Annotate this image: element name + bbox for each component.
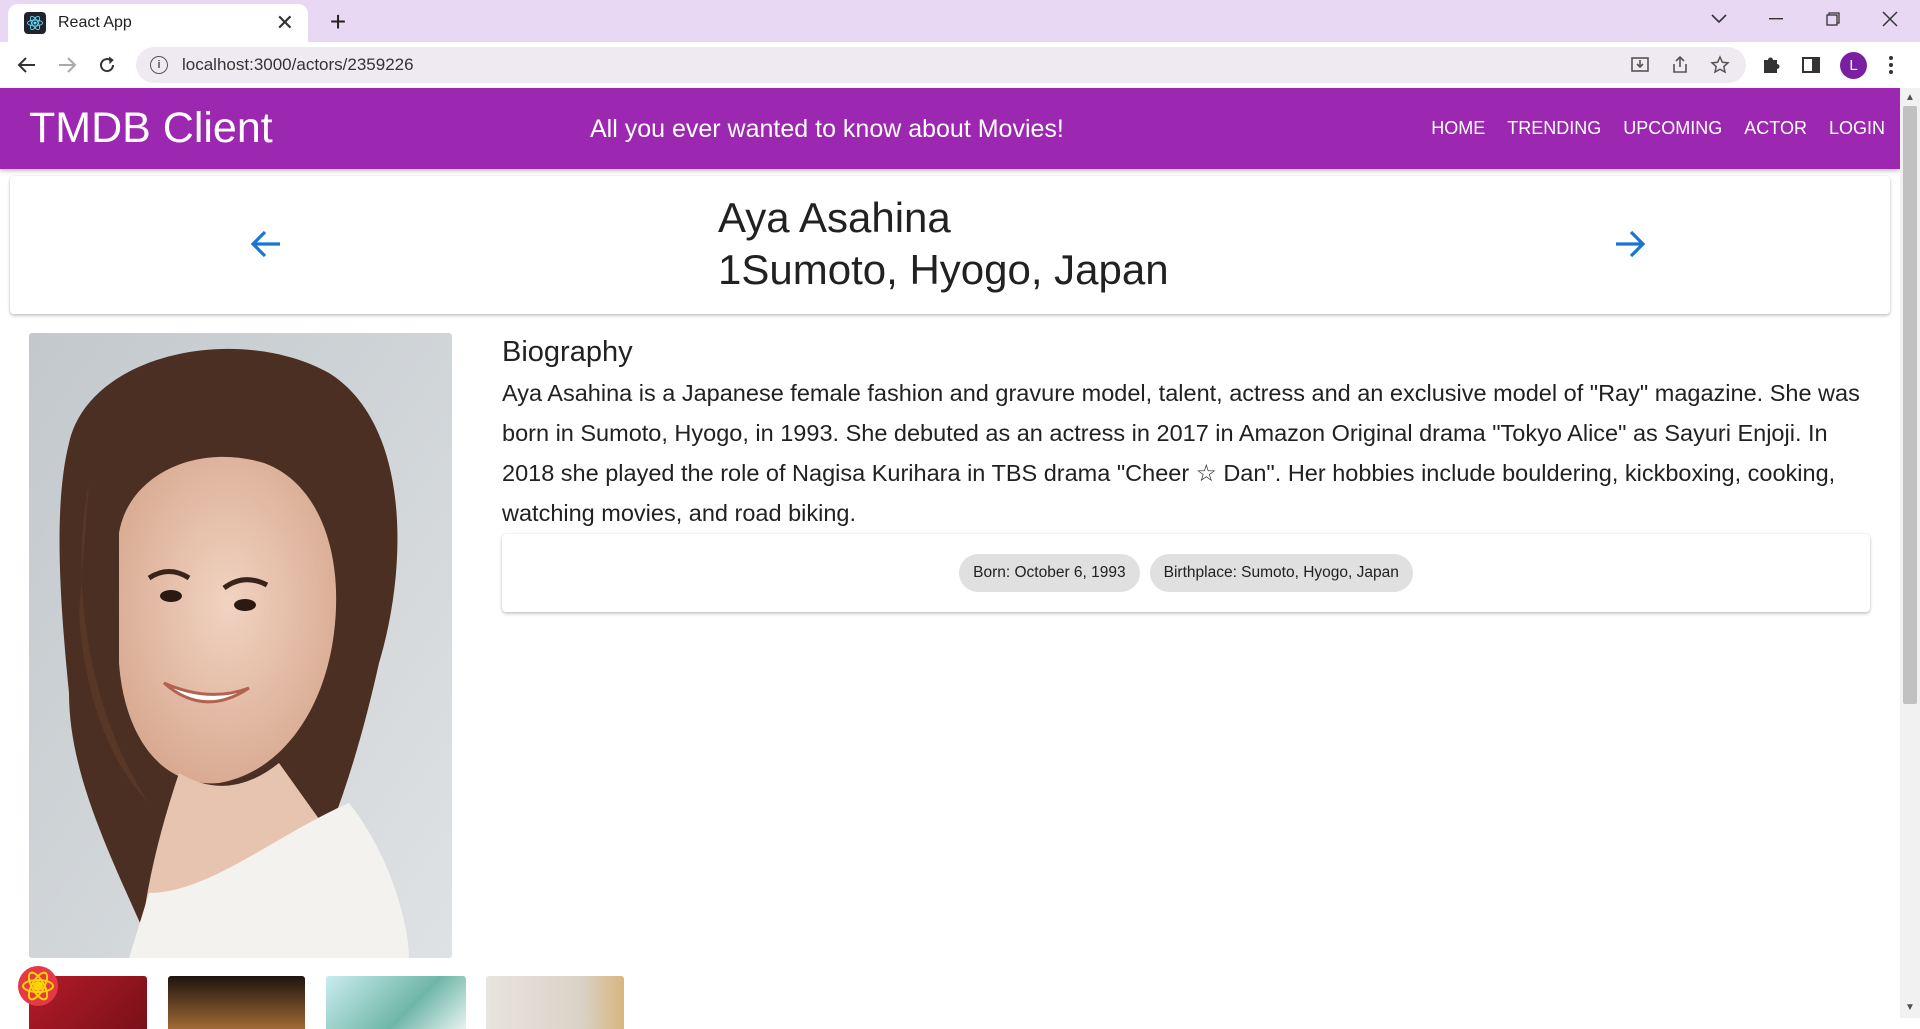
back-arrow-icon[interactable]: [10, 48, 44, 82]
born-chip: Born: October 6, 1993: [959, 554, 1140, 592]
profile-avatar[interactable]: L: [1840, 52, 1867, 79]
nav-actor[interactable]: Actor: [1733, 114, 1818, 143]
new-tab-button[interactable]: +: [322, 6, 354, 38]
movie-thumbnail[interactable]: [486, 976, 624, 1029]
close-window-button[interactable]: [1868, 0, 1912, 38]
movie-thumbnail[interactable]: [168, 976, 305, 1029]
actor-subtitle: 1Sumoto, Hyogo, Japan: [718, 246, 1169, 293]
biography-text: Aya Asahina is a Japanese female fashion…: [502, 380, 1860, 526]
nav-home[interactable]: Home: [1420, 114, 1496, 143]
install-app-icon[interactable]: [1630, 55, 1650, 80]
next-actor-arrow-icon[interactable]: [1606, 220, 1654, 268]
tab-search-chevron-icon[interactable]: [1697, 0, 1741, 38]
app-title[interactable]: TMDB Client: [29, 104, 273, 153]
scroll-up-icon[interactable]: ▲: [1903, 92, 1917, 106]
actor-details-card: Born: October 6, 1993 Birthplace: Sumoto…: [502, 534, 1870, 612]
react-query-devtools-icon[interactable]: [10, 958, 66, 1014]
previous-actor-arrow-icon[interactable]: [242, 220, 290, 268]
scrollbar-thumb[interactable]: [1903, 106, 1917, 704]
address-bar[interactable]: i localhost:3000/actors/2359226: [136, 47, 1746, 83]
actor-portrait-image: [29, 333, 452, 958]
actor-header-card: Aya Asahina 1Sumoto, Hyogo, Japan: [10, 176, 1890, 314]
browser-tab-strip: React App ✕ +: [0, 0, 1920, 42]
tab-close-icon[interactable]: ✕: [276, 12, 294, 34]
nav-upcoming[interactable]: Upcoming: [1612, 114, 1733, 143]
react-favicon-icon: [24, 12, 46, 34]
reload-icon[interactable]: [90, 48, 124, 82]
restore-button[interactable]: [1811, 0, 1855, 38]
browser-tab[interactable]: React App ✕: [8, 4, 308, 42]
biography-heading: Biography: [502, 336, 633, 368]
birthplace-chip: Birthplace: Sumoto, Hyogo, Japan: [1149, 554, 1413, 592]
url-text: localhost:3000/actors/2359226: [182, 55, 414, 74]
share-icon[interactable]: [1670, 55, 1690, 80]
movie-thumbnail[interactable]: [326, 976, 466, 1029]
scroll-down-icon[interactable]: ▼: [1903, 1002, 1917, 1016]
app-header: TMDB Client All you ever wanted to know …: [0, 88, 1900, 169]
nav-login[interactable]: Login: [1818, 114, 1896, 143]
site-info-icon[interactable]: i: [150, 56, 168, 74]
app-tagline: All you ever wanted to know about Movies…: [590, 115, 1064, 143]
browser-menu-icon[interactable]: [1888, 54, 1894, 81]
nav-trending[interactable]: Trending: [1496, 114, 1612, 143]
forward-arrow-icon[interactable]: [50, 48, 84, 82]
actor-name: Aya Asahina: [718, 194, 951, 241]
browser-toolbar: i localhost:3000/actors/2359226 L: [0, 42, 1920, 88]
tab-title: React App: [58, 14, 132, 31]
main-nav: Home Trending Upcoming Actor Login: [1420, 114, 1896, 143]
minimize-button[interactable]: [1754, 0, 1798, 38]
extensions-puzzle-icon[interactable]: [1760, 54, 1782, 81]
side-panel-icon[interactable]: [1801, 55, 1821, 80]
bookmark-star-icon[interactable]: [1710, 55, 1730, 80]
